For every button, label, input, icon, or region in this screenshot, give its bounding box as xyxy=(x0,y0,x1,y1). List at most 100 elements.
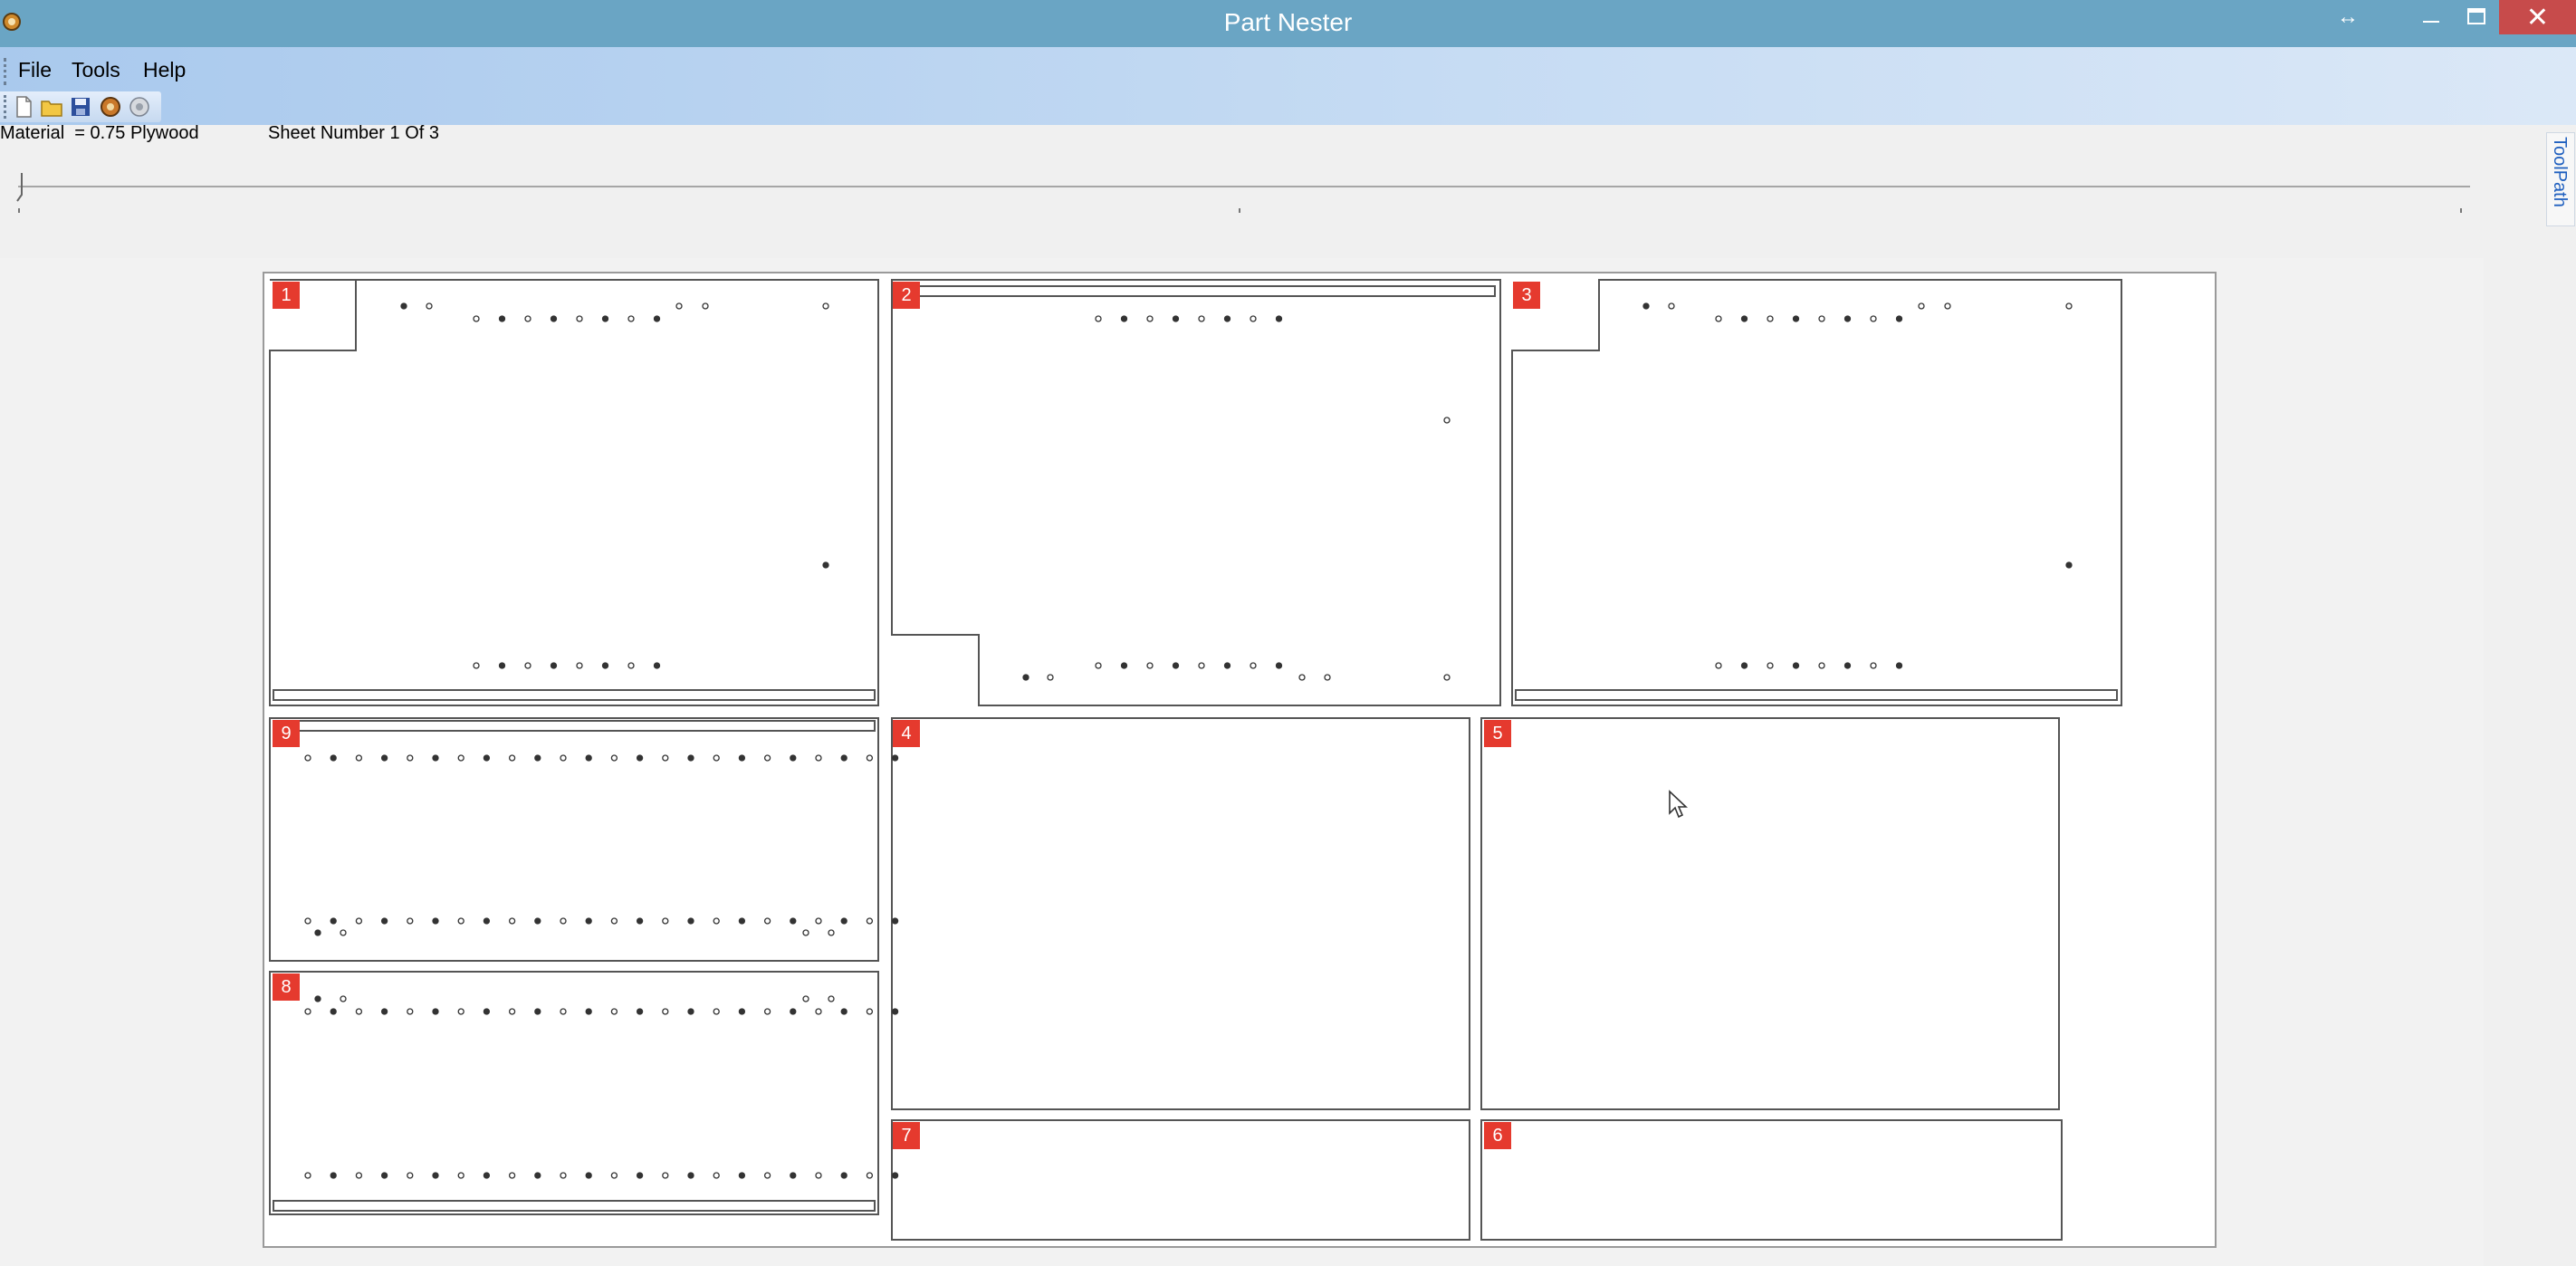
drill-hole xyxy=(1767,662,1774,669)
drill-hole xyxy=(314,995,321,1002)
drill-hole xyxy=(483,1008,491,1015)
drill-hole xyxy=(1792,662,1800,669)
drill-hole xyxy=(1172,662,1180,669)
drill-hole xyxy=(524,662,531,669)
drill-hole xyxy=(790,1008,797,1015)
drill-hole xyxy=(1895,662,1903,669)
drill-hole xyxy=(636,1172,644,1179)
drill-hole xyxy=(534,917,541,925)
part-8[interactable] xyxy=(269,971,879,1215)
drill-hole xyxy=(738,1008,746,1015)
drill-hole xyxy=(790,754,797,762)
part-number-label: 3 xyxy=(1513,282,1540,309)
drill-hole xyxy=(891,1008,899,1015)
drill-hole xyxy=(675,302,683,310)
drill-hole xyxy=(585,917,592,925)
drill-hole xyxy=(1275,662,1283,669)
drill-hole xyxy=(355,1008,363,1015)
drill-hole xyxy=(802,929,809,936)
drill-hole xyxy=(1198,315,1205,322)
drill-hole xyxy=(473,315,480,322)
drill-hole xyxy=(662,1172,669,1179)
drill-hole xyxy=(687,1172,694,1179)
drill-hole xyxy=(738,1172,746,1179)
drill-hole xyxy=(815,1172,822,1179)
drill-hole xyxy=(560,1008,567,1015)
drill-hole xyxy=(790,917,797,925)
part-number-label: 6 xyxy=(1484,1122,1511,1149)
drill-hole xyxy=(314,929,321,936)
drill-hole xyxy=(1443,674,1451,681)
drill-hole xyxy=(340,929,347,936)
drill-hole xyxy=(1120,315,1128,322)
drill-hole xyxy=(1250,662,1257,669)
drill-hole xyxy=(738,917,746,925)
drill-hole xyxy=(1022,674,1029,681)
drill-hole xyxy=(426,302,433,310)
drill-hole xyxy=(560,917,567,925)
drill-hole xyxy=(330,1008,337,1015)
drill-hole xyxy=(1146,315,1154,322)
drill-hole xyxy=(1223,315,1231,322)
part-number-label: 9 xyxy=(273,720,300,747)
part-3[interactable] xyxy=(1511,279,2122,706)
drill-hole xyxy=(1275,315,1283,322)
drill-hole xyxy=(534,1172,541,1179)
part-9[interactable] xyxy=(269,717,879,962)
drill-hole xyxy=(380,1008,388,1015)
drill-hole xyxy=(891,1172,899,1179)
drill-hole xyxy=(508,1172,516,1179)
drill-hole xyxy=(1324,674,1331,681)
drill-hole xyxy=(1818,315,1825,322)
drill-hole xyxy=(1740,662,1748,669)
part-number-label: 8 xyxy=(273,973,300,1001)
drill-hole xyxy=(508,1008,516,1015)
drill-hole xyxy=(1298,674,1306,681)
drill-hole xyxy=(2065,561,2073,569)
drill-hole xyxy=(534,754,541,762)
drill-hole xyxy=(1843,315,1852,322)
drill-hole xyxy=(2065,302,2073,310)
drill-hole xyxy=(1250,315,1257,322)
part-1[interactable] xyxy=(269,279,879,706)
drill-hole xyxy=(840,1008,847,1015)
part-6[interactable] xyxy=(1480,1119,2063,1241)
drill-hole xyxy=(1843,662,1852,669)
drill-hole xyxy=(840,754,847,762)
drill-hole xyxy=(713,754,720,762)
drill-hole xyxy=(432,1008,439,1015)
drill-hole xyxy=(1198,662,1205,669)
drill-hole xyxy=(763,754,771,762)
part-number-label: 5 xyxy=(1484,720,1511,747)
drill-hole xyxy=(560,754,567,762)
drill-hole xyxy=(330,1172,337,1179)
drill-hole xyxy=(687,917,694,925)
drill-hole xyxy=(550,662,558,669)
drill-hole xyxy=(1120,662,1128,669)
part-4[interactable] xyxy=(891,717,1470,1110)
drill-hole xyxy=(524,315,531,322)
drill-hole xyxy=(636,754,644,762)
drill-hole xyxy=(330,917,337,925)
part-7[interactable] xyxy=(891,1119,1470,1241)
drill-hole xyxy=(304,917,311,925)
drill-hole xyxy=(627,662,635,669)
drill-hole xyxy=(866,917,874,925)
drill-hole xyxy=(840,1172,847,1179)
drill-hole xyxy=(457,1008,464,1015)
drill-hole xyxy=(1918,302,1925,310)
drill-hole xyxy=(610,754,618,762)
drill-hole xyxy=(1715,662,1722,669)
drill-hole xyxy=(483,1172,491,1179)
drill-hole xyxy=(627,315,635,322)
drill-hole xyxy=(508,754,516,762)
part-2[interactable] xyxy=(891,279,1501,706)
drill-hole xyxy=(585,1172,592,1179)
part-5[interactable] xyxy=(1480,717,2060,1110)
drill-hole xyxy=(407,1172,414,1179)
drill-hole xyxy=(653,662,661,669)
drill-hole xyxy=(866,1172,874,1179)
drill-hole xyxy=(636,1008,644,1015)
drill-hole xyxy=(1767,315,1774,322)
drill-hole xyxy=(1095,662,1102,669)
